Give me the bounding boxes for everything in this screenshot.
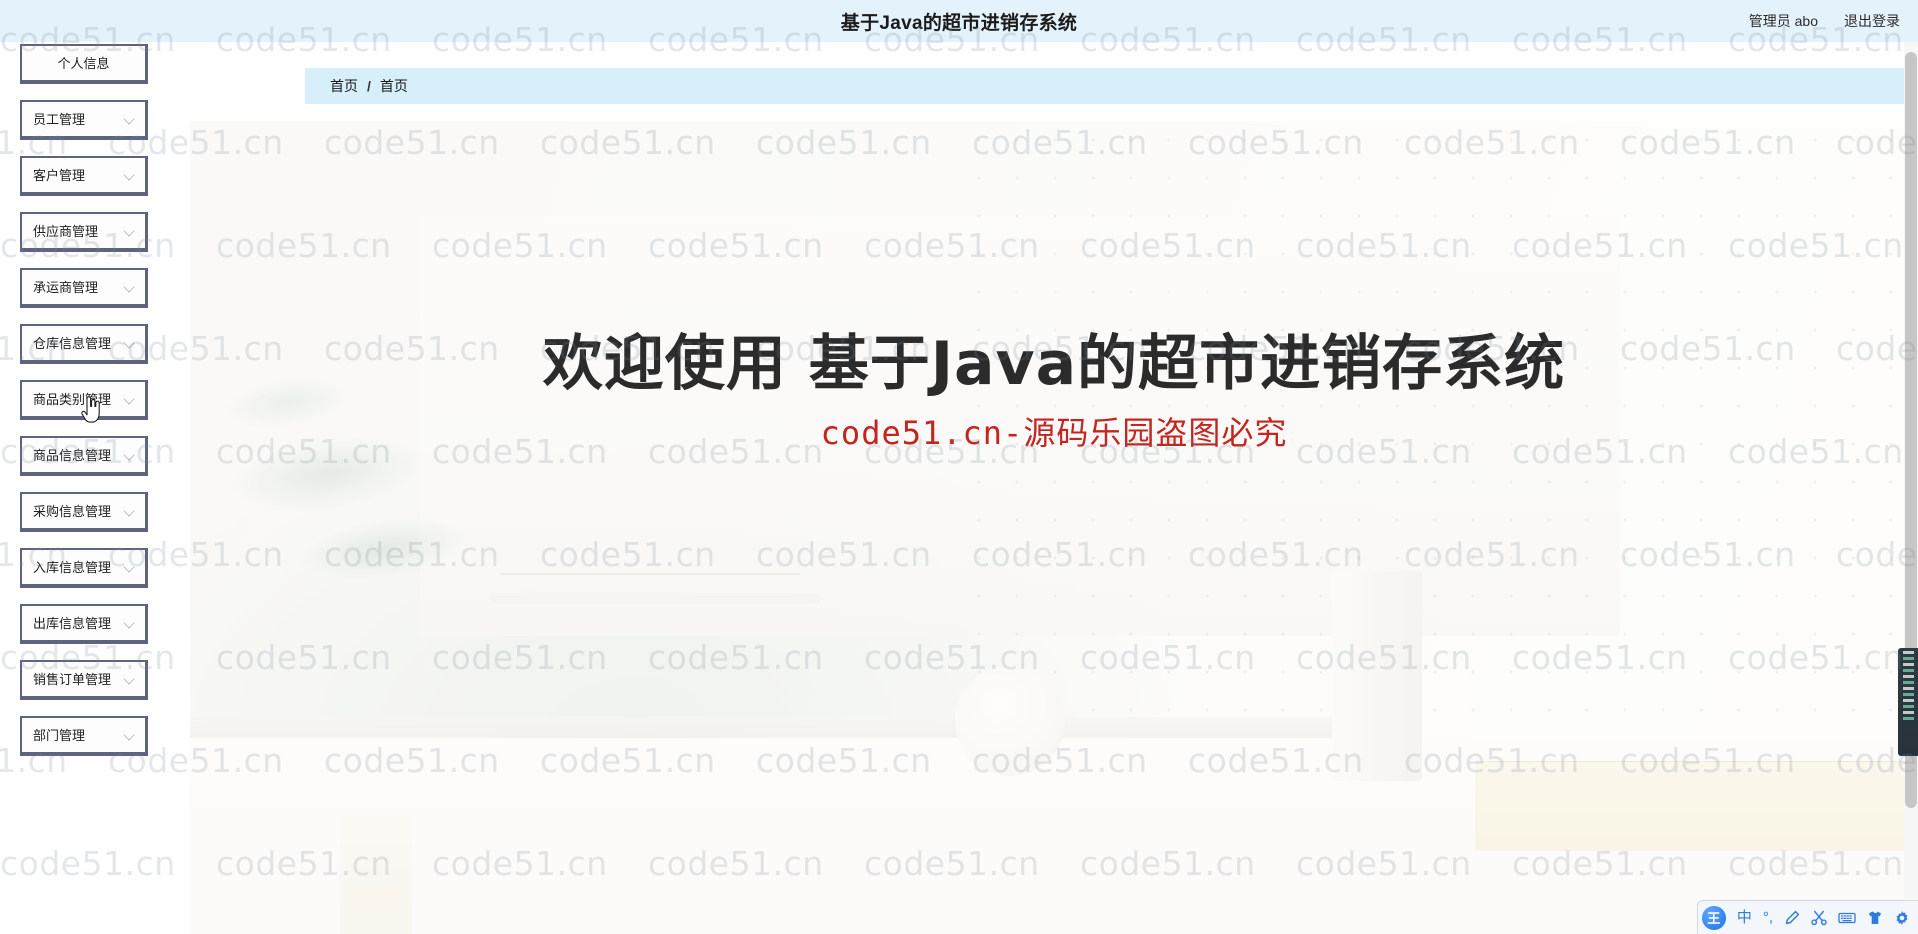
edge-stripe [1902,705,1914,708]
gear-icon[interactable] [1894,910,1910,926]
sidebar-item-8[interactable]: 采购信息管理 [20,492,148,532]
breadcrumb-item-home[interactable]: 首页 [330,76,358,96]
sidebar-item-5[interactable]: 仓库信息管理 [20,324,148,364]
page-title: 基于Java的超市进销存系统 [840,12,1078,34]
edge-stripe [1902,687,1914,690]
pen-icon[interactable] [1784,910,1800,926]
app-header: 基于Java的超市进销存系统 管理员 abo 退出登录 [0,0,1918,42]
skin-icon[interactable] [1867,910,1883,926]
current-user-label: 管理员 abo [1748,13,1818,29]
sidebar-item-2[interactable]: 客户管理 [20,156,148,196]
breadcrumb-item-current: 首页 [379,78,408,94]
chevron-down-icon [125,171,136,182]
sidebar-nav: 个人信息员工管理客户管理供应商管理承运商管理仓库信息管理 商品类别管理 商品信息管理… [0,42,190,934]
chevron-down-icon [125,563,136,574]
sidebar-item-10[interactable]: 出库信息管理 [20,604,148,644]
ime-language-mode-button[interactable]: 中 [1737,910,1752,925]
sidebar-item-label: 销售订单管理 [33,671,112,687]
chevron-down-icon [125,507,136,518]
ime-logo-icon[interactable]: 王 [1701,905,1726,930]
edge-stripe [1902,681,1914,684]
chevron-down-icon [125,619,136,630]
hero-subtitle-text: code51.cn-源码乐园盗图必究 [820,414,1288,452]
hero-overlay [190,121,1918,934]
breadcrumb-separator: / [367,78,371,94]
ime-punctuation-button[interactable]: °, [1763,910,1773,925]
chevron-down-icon [125,283,136,294]
hero-welcome-text: 欢迎使用 基于Java的超市进销存系统 [542,329,1566,399]
edge-stripe [1902,717,1914,720]
sidebar-item-1[interactable]: 员工管理 [20,100,148,140]
chevron-down-icon [125,115,136,126]
sidebar-item-label: 客户管理 [33,167,86,183]
sidebar-scroll-container: 个人信息员工管理客户管理供应商管理承运商管理仓库信息管理 商品类别管理 商品信息管理… [0,42,190,756]
sidebar-item-9[interactable]: 入库信息管理 [20,548,148,588]
edge-stripe [1902,651,1914,654]
edge-stripe [1902,669,1914,672]
scissors-icon[interactable] [1811,910,1827,926]
sidebar-item-4[interactable]: 承运商管理 [20,268,148,308]
keyboard-icon[interactable] [1838,910,1856,926]
chevron-down-icon [125,395,136,406]
sidebar-item-label: 部门管理 [33,727,86,743]
main-content: 首页 / 首页 欢迎使用 基于Java的超市进销存系统 code51.cn-源码… [190,42,1918,934]
edge-stripe [1902,699,1914,702]
sidebar-item-3[interactable]: 供应商管理 [20,212,148,252]
sidebar-item-label: 供应商管理 [33,223,99,239]
hero-text-block: 欢迎使用 基于Java的超市进销存系统 code51.cn-源码乐园盗图必究 [190,333,1918,454]
edge-stripe [1902,663,1914,666]
sidebar-item-12[interactable]: 部门管理 [20,716,148,756]
sidebar-item-label: 商品信息管理 [33,447,112,463]
chevron-down-icon [125,731,136,742]
sidebar-item-label: 员工管理 [33,111,86,127]
ime-toolbar: 王 中 °, [1696,900,1918,934]
sidebar-item-label: 承运商管理 [33,279,99,295]
hero-banner: 欢迎使用 基于Java的超市进销存系统 code51.cn-源码乐园盗图必究 [190,121,1918,934]
edge-stripe [1902,675,1914,678]
edge-stripe [1902,711,1914,714]
breadcrumb: 首页 / 首页 [305,68,1918,104]
edge-panel-handle[interactable] [1898,648,1918,756]
sidebar-item-7[interactable]: 商品信息管理 [20,436,148,476]
sidebar-item-label: 出库信息管理 [33,615,112,631]
logout-button[interactable]: 退出登录 [1844,11,1900,31]
sidebar-item-6[interactable]: 商品类别管理 [20,380,148,420]
chevron-down-icon [125,675,136,686]
edge-stripe [1902,657,1914,660]
header-user-area: 管理员 abo 退出登录 [1749,11,1900,31]
sidebar-item-label: 个人信息 [57,55,110,71]
sidebar-item-11[interactable]: 销售订单管理 [20,660,148,700]
sidebar-item-label: 采购信息管理 [33,503,112,519]
sidebar-item-label: 入库信息管理 [33,559,112,575]
chevron-down-icon [125,339,136,350]
chevron-down-icon [125,227,136,238]
edge-stripe [1902,693,1914,696]
chevron-down-icon [125,451,136,462]
sidebar-item-label: 仓库信息管理 [33,335,112,351]
sidebar-item-0[interactable]: 个人信息 [20,44,148,84]
sidebar-item-label: 商品类别管理 [33,391,112,407]
